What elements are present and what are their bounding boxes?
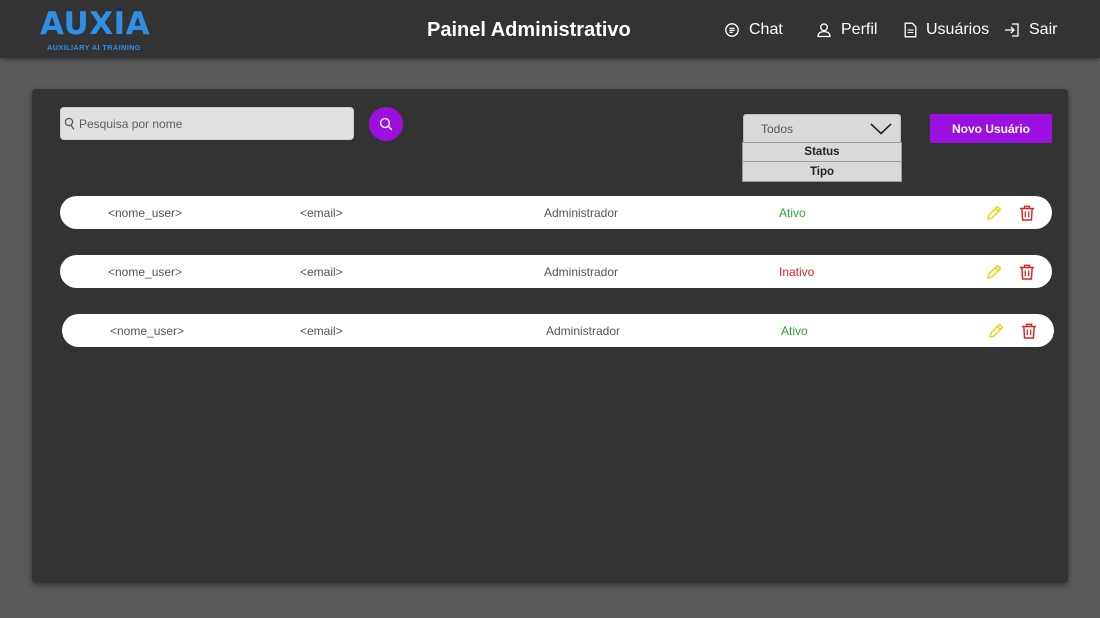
search-box[interactable] bbox=[60, 107, 354, 140]
nav-perfil-label: Perfil bbox=[841, 21, 878, 38]
filter-selected: Todos bbox=[761, 122, 794, 136]
filter-dropdown-menu: Status Tipo bbox=[742, 142, 902, 182]
chevron-down-icon bbox=[870, 123, 892, 135]
search-input[interactable] bbox=[79, 116, 339, 131]
auxia-logo[interactable]: AUXIA AUXILIARY AI TRAINING bbox=[40, 6, 155, 54]
page-title: Painel Administrativo bbox=[427, 19, 631, 41]
logo-tagline: AUXILIARY AI TRAINING bbox=[47, 43, 141, 52]
status-badge: Inativo bbox=[779, 265, 815, 279]
user-name: <nome_user> bbox=[108, 206, 183, 220]
user-name: <nome_user> bbox=[108, 265, 183, 279]
edit-icon[interactable] bbox=[985, 204, 1003, 222]
filter-option-tipo[interactable]: Tipo bbox=[742, 162, 902, 182]
logout-icon bbox=[1005, 23, 1019, 37]
nav-usuarios-label: Usuários bbox=[926, 21, 990, 38]
table-row: <nome_user> <email> Administrador Inativ… bbox=[60, 255, 1052, 288]
edit-icon[interactable] bbox=[987, 322, 1005, 340]
logo-dot bbox=[117, 6, 122, 11]
search-icon bbox=[379, 117, 393, 131]
user-email: <email> bbox=[300, 265, 343, 279]
delete-icon[interactable] bbox=[1018, 263, 1036, 281]
chat-icon bbox=[725, 23, 739, 37]
user-role: Administrador bbox=[544, 265, 619, 279]
delete-icon[interactable] bbox=[1018, 204, 1036, 222]
search-button[interactable] bbox=[369, 107, 403, 141]
nav-perfil[interactable]: Perfil bbox=[816, 20, 877, 40]
user-email: <email> bbox=[300, 324, 343, 338]
nav-sair[interactable]: Sair bbox=[1004, 20, 1057, 40]
logo-text: AUXIA bbox=[40, 6, 151, 42]
document-icon bbox=[904, 22, 917, 38]
user-icon bbox=[817, 23, 831, 38]
nav-chat[interactable]: Chat bbox=[724, 20, 783, 40]
filter-option-status[interactable]: Status bbox=[742, 142, 902, 162]
user-name: <nome_user> bbox=[110, 324, 185, 338]
user-email: <email> bbox=[300, 206, 343, 220]
new-user-button[interactable]: Novo Usuário bbox=[930, 114, 1052, 143]
search-icon bbox=[64, 117, 75, 130]
table-row: <nome_user> <email> Administrador Ativo bbox=[62, 314, 1054, 347]
user-role: Administrador bbox=[546, 324, 621, 338]
app-header: AUXIA AUXILIARY AI TRAINING Painel Admin… bbox=[0, 0, 1100, 58]
table-row: <nome_user> <email> Administrador Ativo bbox=[60, 196, 1052, 229]
nav-usuarios[interactable]: Usuários bbox=[904, 20, 989, 40]
edit-icon[interactable] bbox=[985, 263, 1003, 281]
user-role: Administrador bbox=[544, 206, 619, 220]
status-badge: Ativo bbox=[779, 206, 806, 220]
filter-dropdown[interactable]: Todos bbox=[743, 114, 901, 144]
nav-chat-label: Chat bbox=[749, 21, 783, 38]
status-badge: Ativo bbox=[781, 324, 808, 338]
delete-icon[interactable] bbox=[1020, 322, 1038, 340]
nav-sair-label: Sair bbox=[1029, 21, 1058, 38]
